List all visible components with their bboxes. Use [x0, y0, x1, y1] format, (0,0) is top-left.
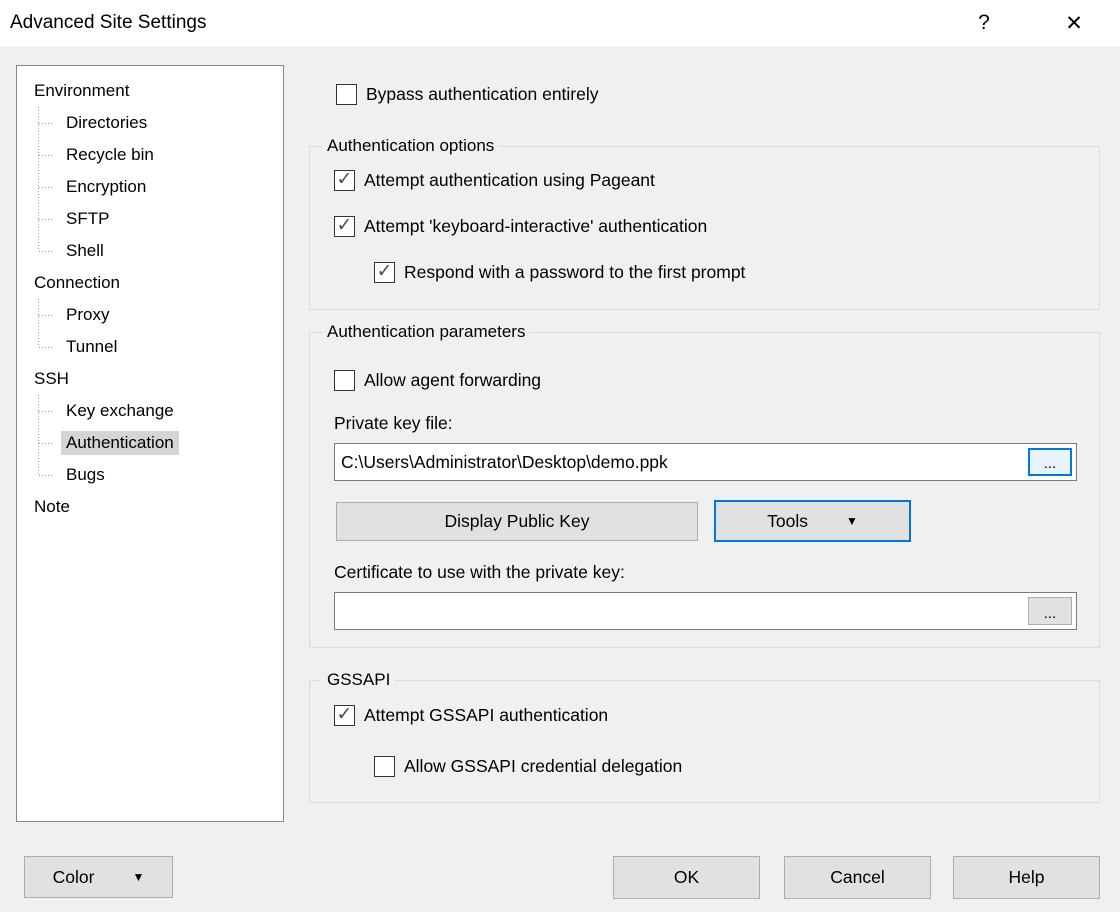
- respond-password-row: Respond with a password to the first pro…: [374, 262, 745, 283]
- certificate-label: Certificate to use with the private key:: [334, 562, 625, 583]
- gssapi-title: GSSAPI: [322, 670, 395, 690]
- certificate-browse-button[interactable]: ...: [1028, 597, 1072, 625]
- cancel-button[interactable]: Cancel: [784, 856, 931, 899]
- tree-item-directories[interactable]: Directories: [17, 107, 283, 139]
- private-key-label: Private key file:: [334, 413, 453, 434]
- window-title: Advanced Site Settings: [10, 12, 206, 34]
- gssapi-attempt-checkbox[interactable]: [334, 705, 355, 726]
- tools-button-label: Tools: [767, 511, 808, 532]
- private-key-value: C:\Users\Administrator\Desktop\demo.ppk: [335, 452, 1028, 473]
- keyboard-interactive-checkbox[interactable]: [334, 216, 355, 237]
- authentication-options-title: Authentication options: [322, 136, 499, 156]
- color-button[interactable]: Color ▼: [24, 856, 173, 898]
- tree-item-ssh[interactable]: SSH: [17, 363, 283, 395]
- private-key-input[interactable]: C:\Users\Administrator\Desktop\demo.ppk …: [334, 443, 1077, 481]
- tree-group-connection: Proxy Tunnel: [17, 299, 283, 363]
- tree-item-proxy[interactable]: Proxy: [17, 299, 283, 331]
- bypass-authentication-row: Bypass authentication entirely: [336, 84, 599, 105]
- gssapi-delegation-checkbox[interactable]: [374, 756, 395, 777]
- gssapi-delegation-row: Allow GSSAPI credential delegation: [374, 756, 682, 777]
- tree-item-authentication[interactable]: Authentication: [17, 427, 283, 459]
- tree-item-note[interactable]: Note: [17, 491, 283, 523]
- bypass-authentication-checkbox[interactable]: [336, 84, 357, 105]
- display-public-key-button[interactable]: Display Public Key: [336, 502, 698, 541]
- tree-item-encryption[interactable]: Encryption: [17, 171, 283, 203]
- tree-item-key-exchange[interactable]: Key exchange: [17, 395, 283, 427]
- agent-forwarding-row: Allow agent forwarding: [334, 370, 541, 391]
- private-key-browse-button[interactable]: ...: [1028, 448, 1072, 476]
- pageant-row: Attempt authentication using Pageant: [334, 170, 655, 191]
- agent-forwarding-checkbox[interactable]: [334, 370, 355, 391]
- tree-item-sftp[interactable]: SFTP: [17, 203, 283, 235]
- tree-group-environment: Directories Recycle bin Encryption SFTP …: [17, 107, 283, 267]
- close-icon[interactable]: ✕: [1042, 0, 1106, 46]
- help-button[interactable]: Help: [953, 856, 1100, 899]
- pageant-checkbox[interactable]: [334, 170, 355, 191]
- ok-button[interactable]: OK: [613, 856, 760, 899]
- tree-item-shell[interactable]: Shell: [17, 235, 283, 267]
- tree-item-connection[interactable]: Connection: [17, 267, 283, 299]
- tree-item-recycle-bin[interactable]: Recycle bin: [17, 139, 283, 171]
- tree-item-bugs[interactable]: Bugs: [17, 459, 283, 491]
- title-bar: Advanced Site Settings ? ✕: [0, 0, 1120, 46]
- tree-item-environment[interactable]: Environment: [17, 75, 283, 107]
- keyboard-interactive-row: Attempt 'keyboard-interactive' authentic…: [334, 216, 707, 237]
- advanced-site-settings-dialog: Advanced Site Settings ? ✕ Environment D…: [0, 0, 1120, 912]
- gssapi-group: GSSAPI: [309, 680, 1100, 803]
- tree-item-tunnel[interactable]: Tunnel: [17, 331, 283, 363]
- color-button-label: Color: [53, 867, 95, 888]
- tree-group-ssh: Key exchange Authentication Bugs: [17, 395, 283, 491]
- gssapi-attempt-row: Attempt GSSAPI authentication: [334, 705, 608, 726]
- help-icon[interactable]: ?: [952, 0, 1016, 46]
- tools-dropdown-arrow-icon: ▼: [846, 514, 858, 528]
- authentication-parameters-title: Authentication parameters: [322, 322, 530, 342]
- color-dropdown-arrow-icon: ▼: [132, 870, 144, 884]
- certificate-input[interactable]: ...: [334, 592, 1077, 630]
- settings-tree: Environment Directories Recycle bin Encr…: [16, 65, 284, 822]
- tools-button[interactable]: Tools ▼: [714, 500, 911, 542]
- respond-password-checkbox[interactable]: [374, 262, 395, 283]
